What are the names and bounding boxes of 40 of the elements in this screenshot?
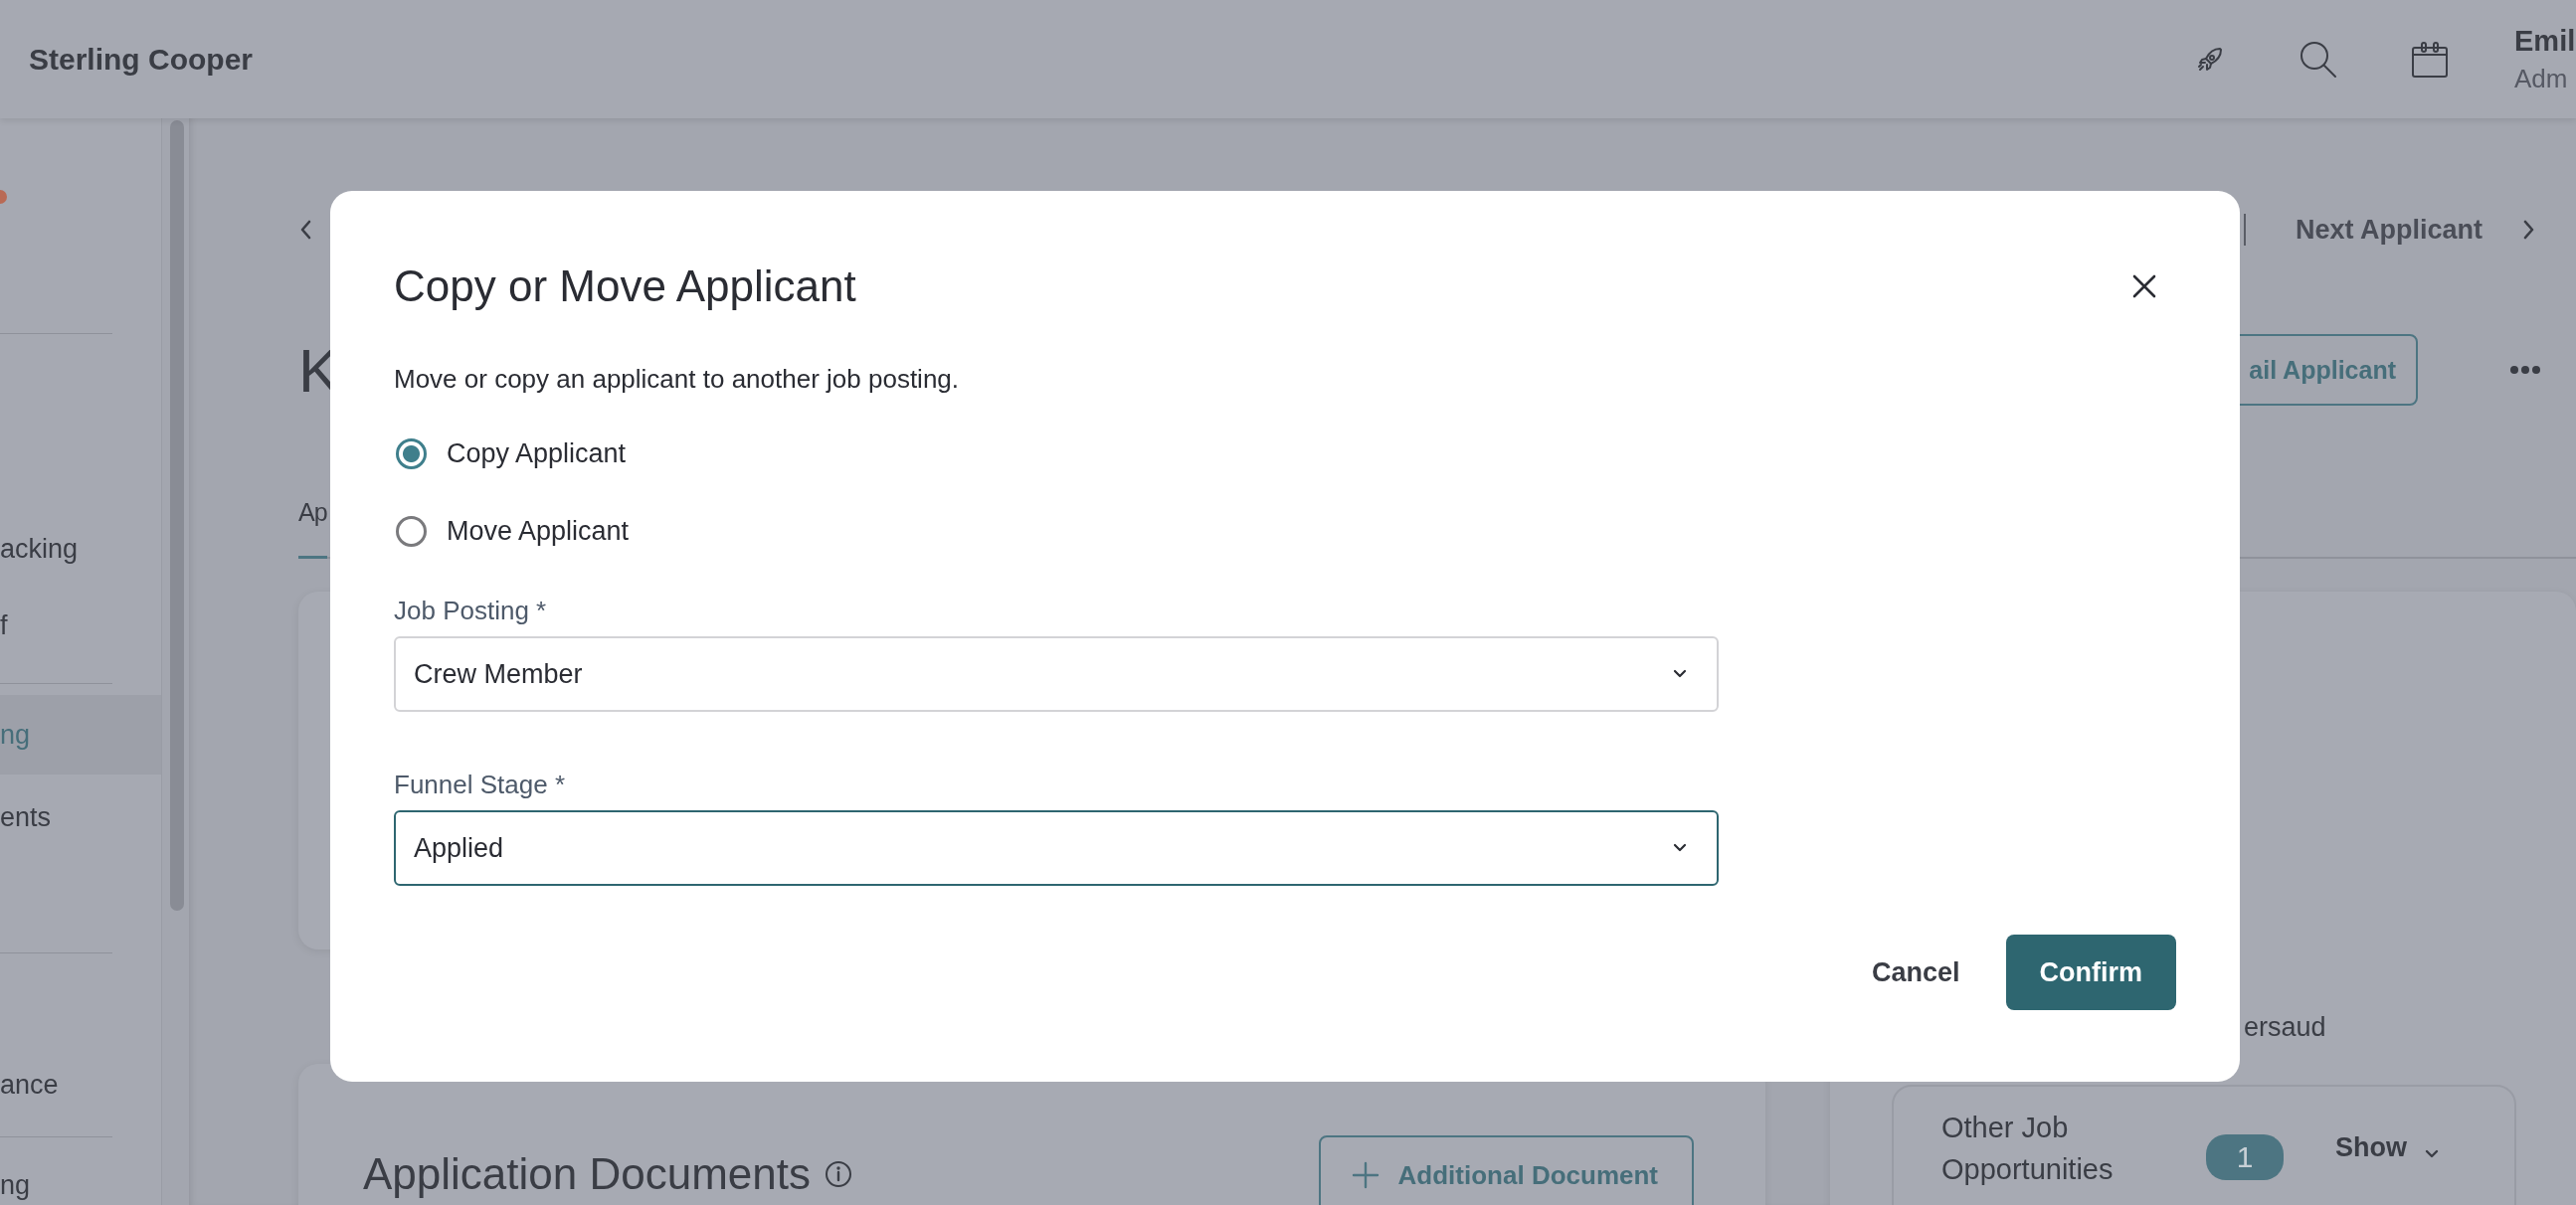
option-label[interactable]: Copy Applicant xyxy=(447,437,627,469)
radio-button[interactable] xyxy=(396,437,427,469)
brand-name: Sterling Cooper xyxy=(29,42,253,77)
confirm-button[interactable]: Confirm xyxy=(2005,935,2176,1010)
chevron-down-icon xyxy=(1673,669,1687,679)
field-label: Funnel Stage * xyxy=(394,770,566,799)
show-button[interactable]: Show xyxy=(2335,1128,2439,1167)
opportunities-label: Other Job xyxy=(1941,1111,2070,1145)
radio-button[interactable] xyxy=(396,515,427,547)
sidebar-item[interactable]: acking xyxy=(0,511,161,588)
user-role: Adm xyxy=(2514,62,2569,95)
count-badge: 1 xyxy=(2206,1134,2284,1180)
plus-icon xyxy=(1350,1160,1380,1190)
chevron-down-icon xyxy=(1673,843,1687,853)
sidebar-item[interactable]: ng xyxy=(0,1147,161,1205)
tab[interactable]: Ap xyxy=(298,468,327,559)
dialog-description: Move or copy an applicant to another job posting. xyxy=(394,363,961,396)
info-icon[interactable] xyxy=(825,1160,852,1188)
chevron-down-icon xyxy=(2425,1148,2439,1159)
scrollbar-thumb[interactable] xyxy=(170,120,184,911)
next-applicant-link[interactable]: Next Applicant xyxy=(2295,214,2483,246)
field-label: Job Posting * xyxy=(394,596,548,625)
section-title: Application Documents xyxy=(363,1149,811,1199)
chevron-right-icon[interactable] xyxy=(2522,219,2536,241)
add-document-button[interactable]: Additional Document xyxy=(1318,1135,1694,1205)
option-label[interactable]: Move Applicant xyxy=(447,515,630,547)
opportunities-label: Opportunities xyxy=(1941,1152,2115,1187)
cancel-button[interactable]: Cancel xyxy=(1851,935,1980,1010)
dropdown-field[interactable]: Applied xyxy=(394,810,1719,886)
sidebar-item[interactable]: f xyxy=(0,588,161,664)
sidebar-item[interactable]: ance xyxy=(0,1047,161,1123)
dialog-title: Copy or Move Applicant xyxy=(394,261,856,311)
chevron-left-icon[interactable] xyxy=(298,219,312,241)
more-icon[interactable] xyxy=(2509,365,2541,375)
dropdown-field[interactable]: Crew Member xyxy=(394,636,1719,712)
user-name: Emil xyxy=(2514,23,2576,59)
assignee-name: ersaud xyxy=(2244,1011,2327,1044)
calendar-icon[interactable] xyxy=(2411,40,2449,79)
close-icon xyxy=(2131,273,2157,299)
sidebar-item[interactable]: ents xyxy=(0,779,161,856)
